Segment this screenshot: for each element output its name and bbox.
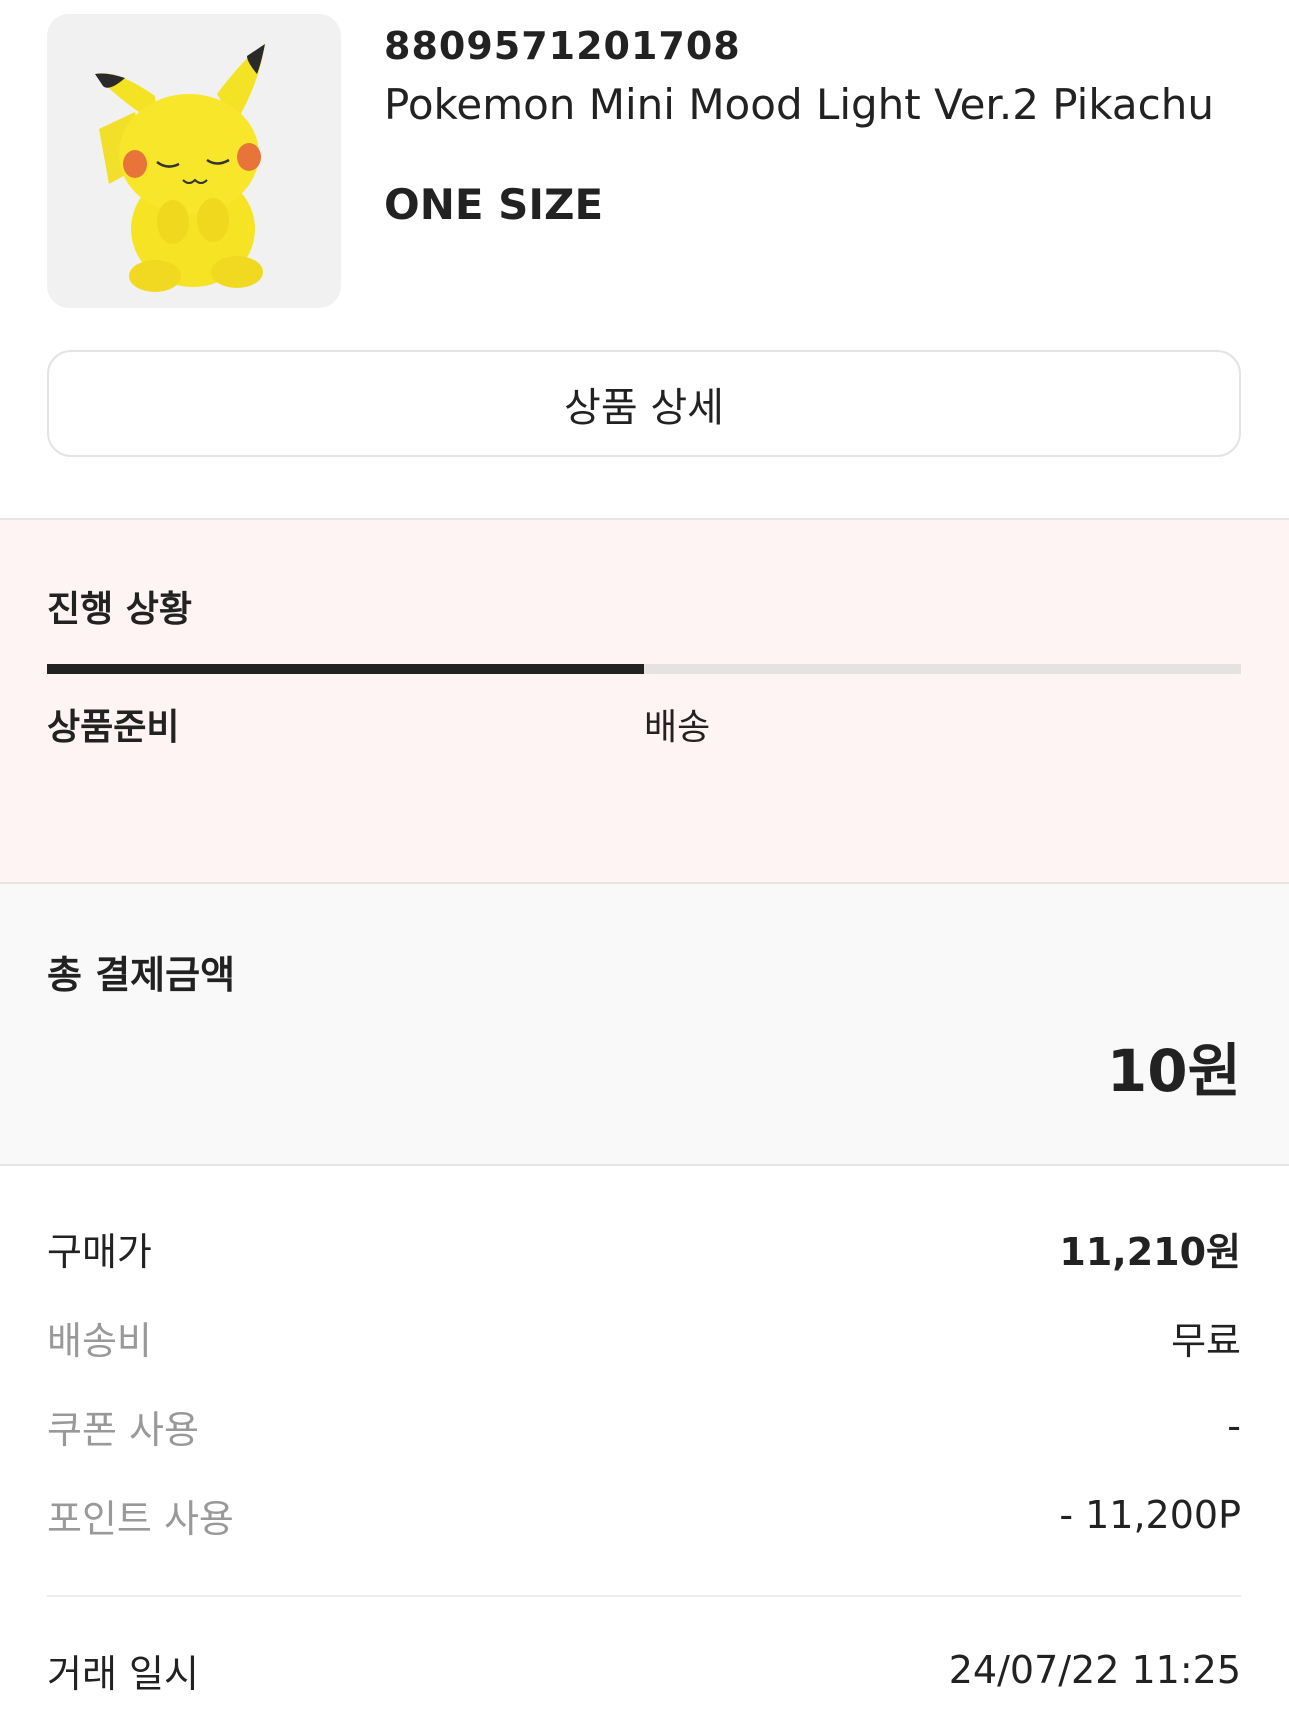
pikachu-figure-image: [95, 44, 265, 292]
product-detail-button[interactable]: 상품 상세: [47, 350, 1241, 457]
breakdown-label: 포인트 사용: [47, 1496, 234, 1541]
breakdown-divider: [47, 1595, 1241, 1597]
breakdown-value: -: [1227, 1404, 1241, 1448]
product-summary: 8809571201708 Pokemon Mini Mood Light Ve…: [47, 14, 1242, 308]
breakdown-label: 배송비: [47, 1318, 152, 1363]
progress-step-shipping: 배송: [644, 707, 711, 748]
total-payment-section: 총 결제금액 10원: [0, 884, 1289, 1164]
transaction-datetime-row: 거래 일시 24/07/22 11:25: [47, 1640, 1241, 1700]
breakdown-value: 무료: [1171, 1318, 1241, 1363]
breakdown-row-purchase-price: 구매가 11,210원: [47, 1218, 1241, 1278]
product-size: ONE SIZE: [384, 180, 604, 229]
transaction-value: 24/07/22 11:25: [948, 1648, 1241, 1692]
progress-track: [47, 664, 1241, 674]
breakdown-row-shipping-fee: 배송비 무료: [47, 1307, 1241, 1367]
product-name: Pokemon Mini Mood Light Ver.2 Pikachu: [384, 80, 1214, 129]
breakdown-label: 구매가: [47, 1229, 152, 1274]
progress-step-preparing: 상품준비: [47, 707, 180, 748]
breakdown-row-coupon: 쿠폰 사용 -: [47, 1396, 1241, 1456]
breakdown-value: - 11,200P: [1059, 1493, 1241, 1537]
section-divider: [0, 1164, 1289, 1166]
total-payment-value: 10원: [1106, 1037, 1241, 1105]
transaction-label: 거래 일시: [47, 1651, 199, 1696]
product-code: 8809571201708: [384, 24, 741, 68]
progress-fill: [47, 664, 644, 674]
total-payment-label: 총 결제금액: [47, 953, 236, 997]
product-image[interactable]: [47, 14, 341, 308]
progress-section: 진행 상황 상품준비 배송: [0, 520, 1289, 882]
breakdown-label: 쿠폰 사용: [47, 1407, 199, 1452]
breakdown-value: 11,210원: [1059, 1229, 1241, 1274]
breakdown-row-points: 포인트 사용 - 11,200P: [47, 1485, 1241, 1545]
progress-title: 진행 상황: [47, 589, 193, 630]
